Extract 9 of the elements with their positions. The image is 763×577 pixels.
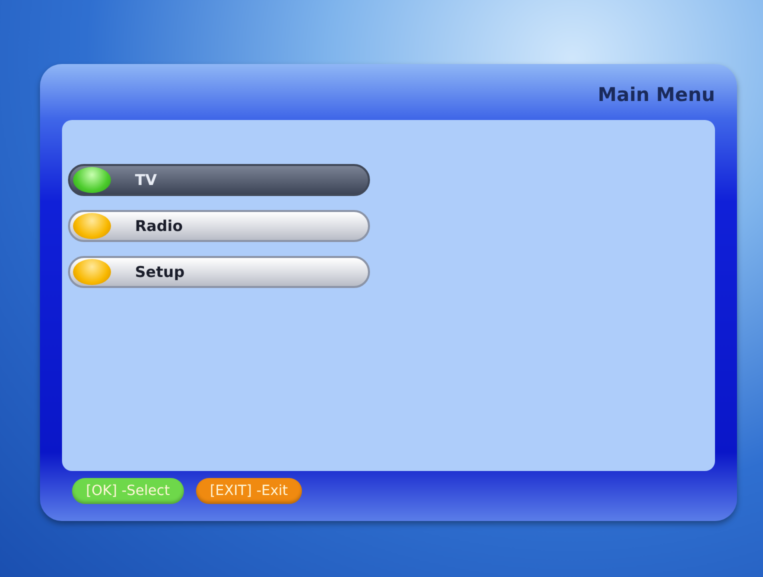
bullet-icon xyxy=(73,213,111,239)
key-hint: [OK] -Select xyxy=(72,478,184,504)
menu-item[interactable]: Setup xyxy=(68,256,370,288)
menu-item[interactable]: TV xyxy=(68,164,370,196)
bullet-icon xyxy=(73,259,111,285)
window-title: Main Menu xyxy=(598,83,715,106)
bullet-icon xyxy=(73,167,111,193)
key-hint: [EXIT] -Exit xyxy=(196,478,302,504)
menu-item[interactable]: Radio xyxy=(68,210,370,242)
